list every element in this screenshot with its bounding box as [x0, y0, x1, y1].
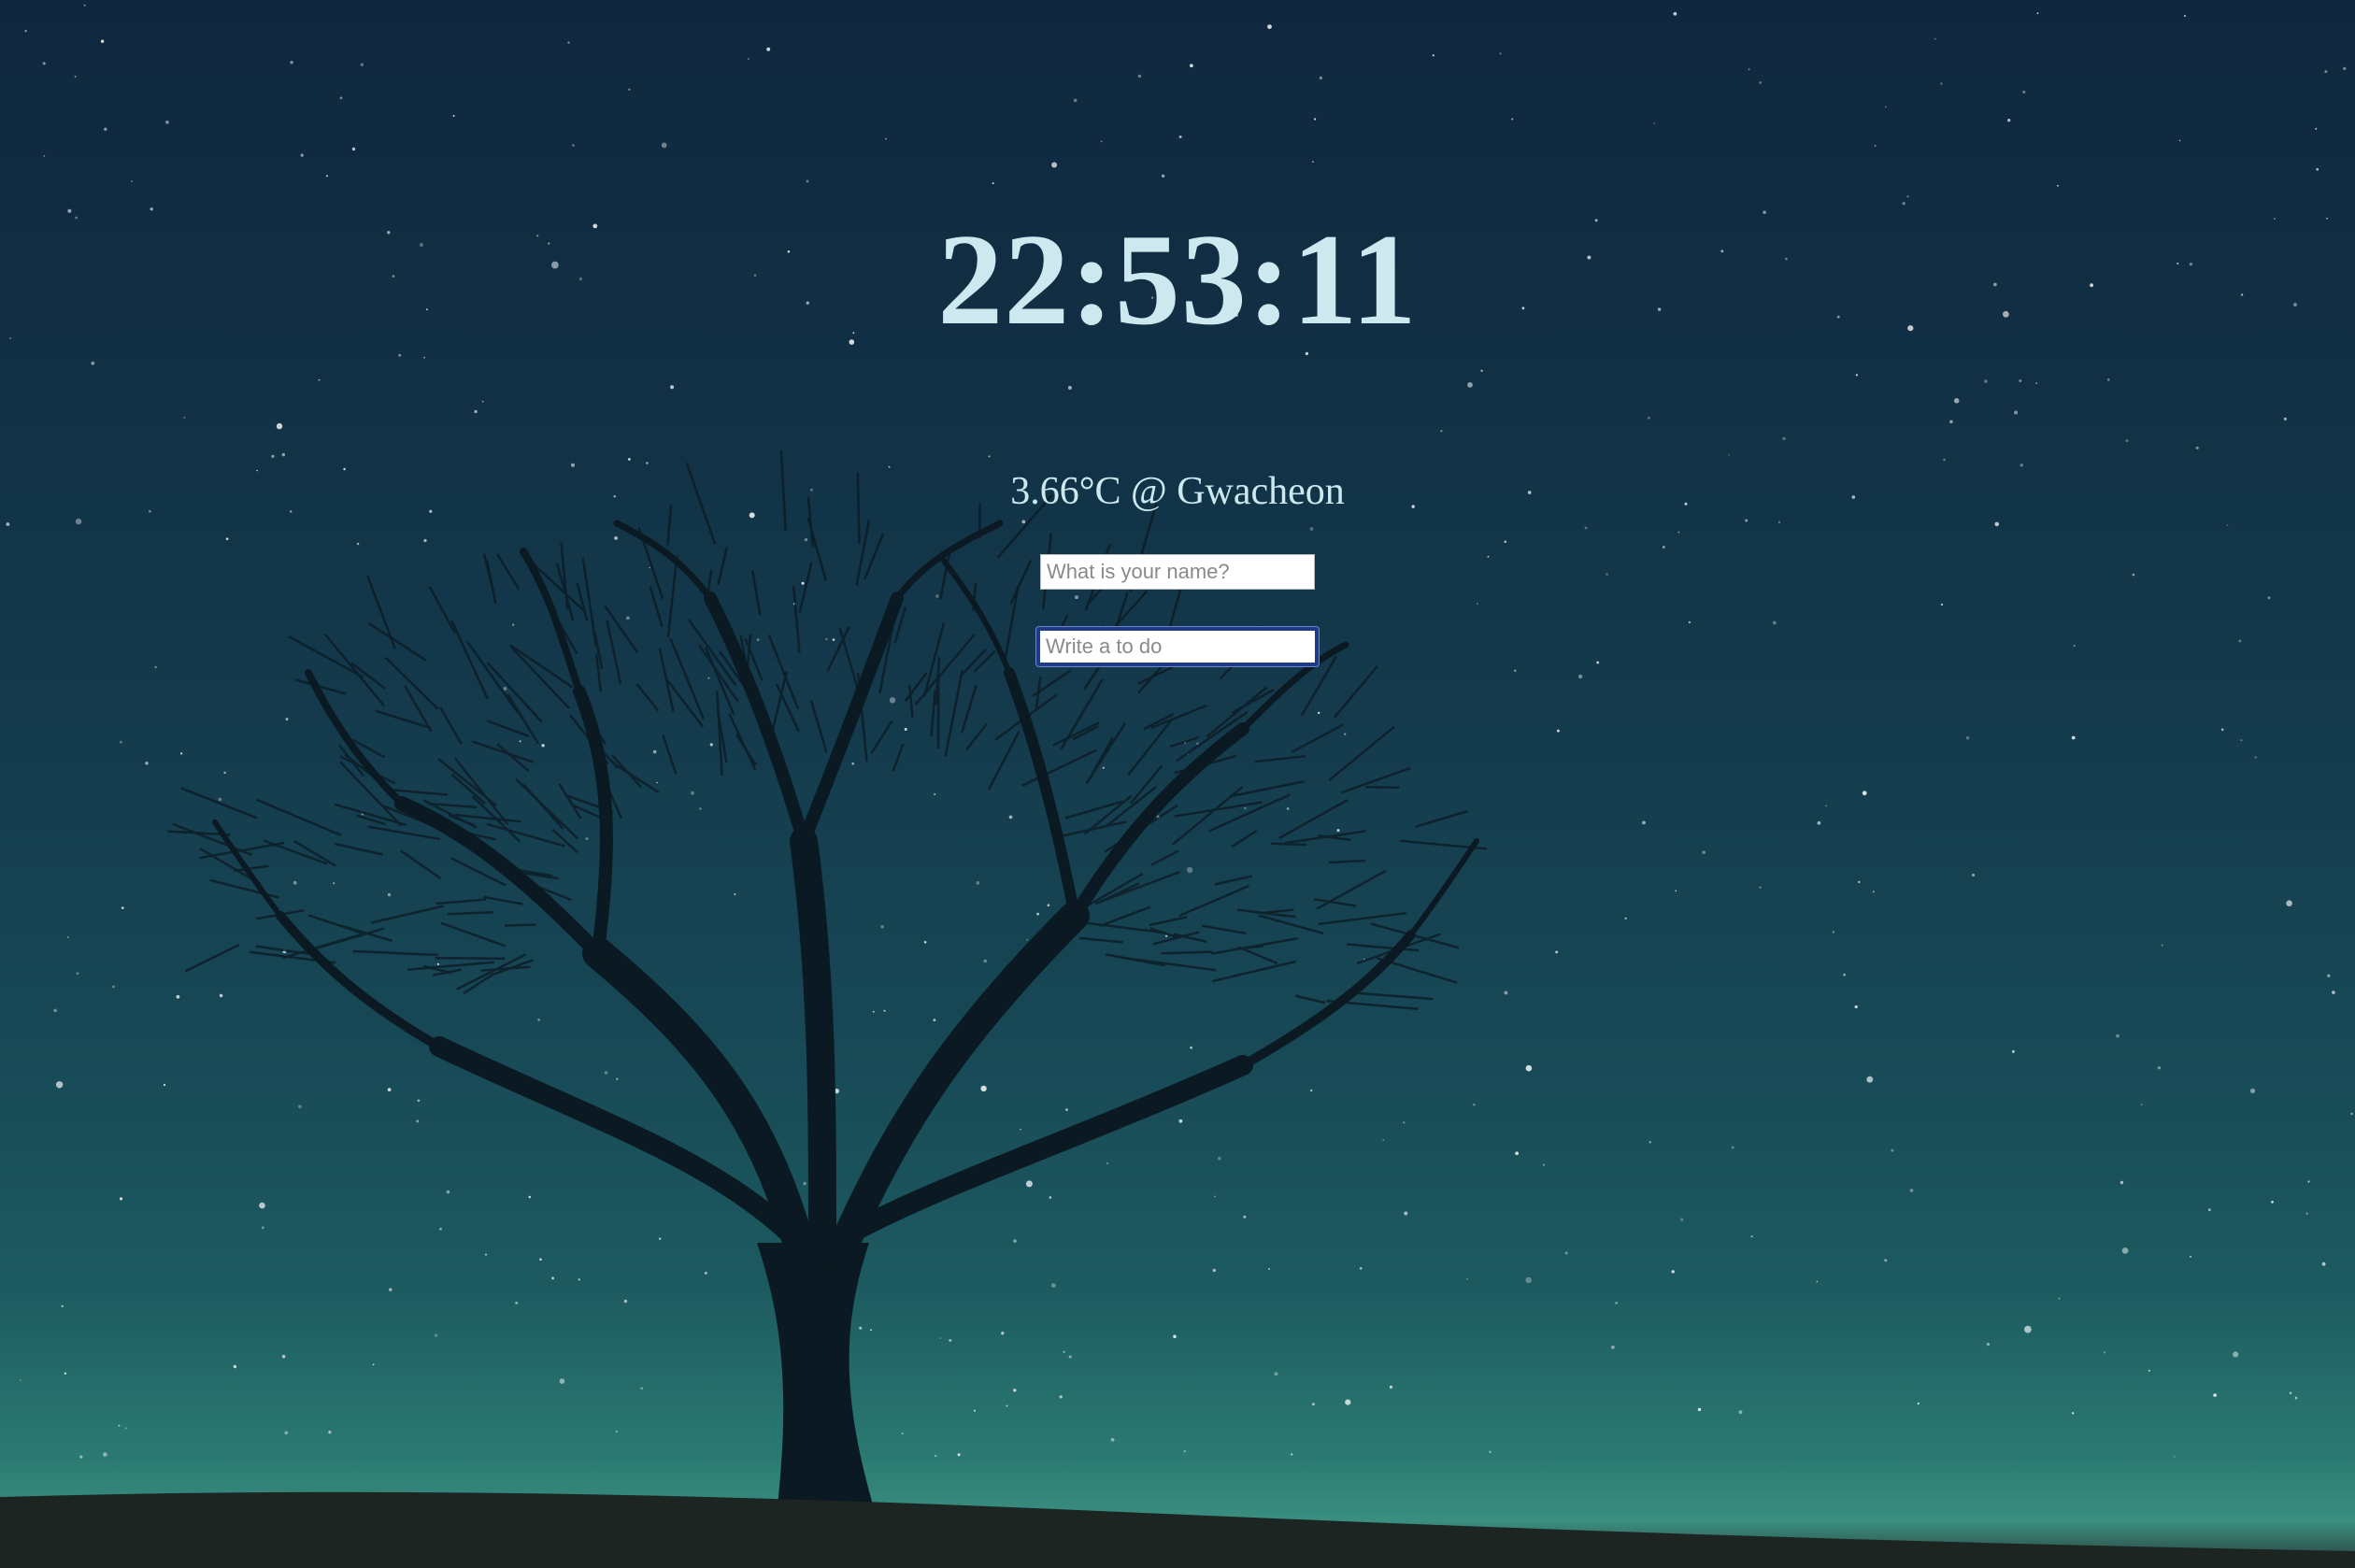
weather-info: 3.66°C @ Gwacheon	[1010, 470, 1345, 513]
login-form	[1040, 554, 1315, 590]
tree-silhouette	[212, 520, 1479, 1523]
todo-form	[1036, 627, 1319, 666]
clock-time: 22:53:11	[937, 207, 1418, 352]
name-input[interactable]	[1040, 554, 1315, 590]
todo-input[interactable]	[1036, 627, 1319, 666]
ground	[0, 1491, 2355, 1568]
tree-fine-branches	[167, 450, 1488, 1011]
